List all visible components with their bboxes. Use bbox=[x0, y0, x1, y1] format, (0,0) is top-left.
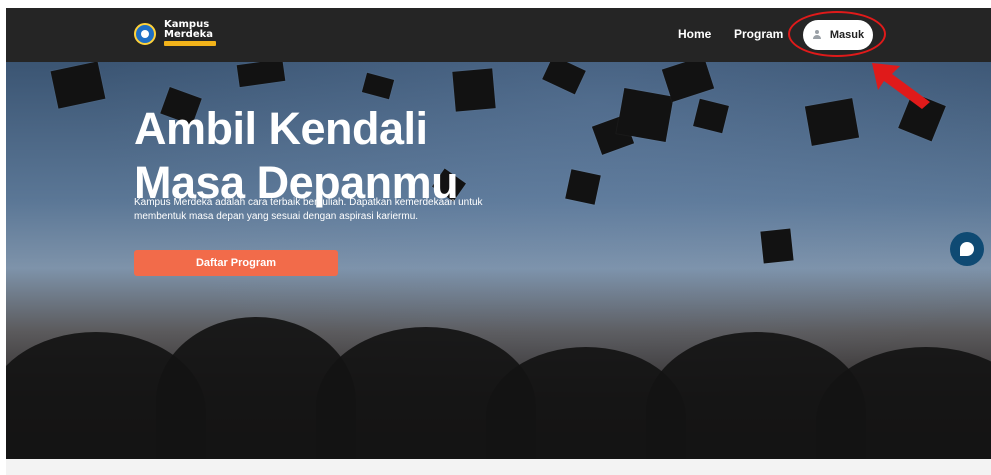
hero-subtitle: Kampus Merdeka adalah cara terbaik berku… bbox=[134, 197, 483, 222]
nav-program-link[interactable]: Program bbox=[734, 27, 783, 41]
page-frame: Kampus Merdeka Home Program Masuk Ambil … bbox=[6, 8, 991, 475]
graduation-cap-icon bbox=[361, 72, 395, 100]
hero-banner: Ambil Kendali Masa Depanmu Kampus Merdek… bbox=[6, 62, 991, 459]
graduation-cap-icon bbox=[236, 62, 286, 88]
nav-home-link[interactable]: Home bbox=[678, 27, 711, 41]
graduation-cap-icon bbox=[760, 228, 794, 264]
login-button-label: Masuk bbox=[829, 29, 865, 41]
user-icon bbox=[812, 30, 822, 40]
logo-text: Kampus Merdeka bbox=[164, 20, 234, 40]
chat-widget-button[interactable] bbox=[950, 232, 984, 266]
graduation-cap-icon bbox=[542, 62, 586, 95]
top-navbar: Kampus Merdeka Home Program Masuk bbox=[6, 8, 991, 62]
login-button[interactable]: Masuk bbox=[803, 20, 873, 50]
logo-tagline-bar bbox=[164, 41, 216, 46]
logo-line-2: Merdeka bbox=[164, 29, 214, 40]
graduation-cap-icon bbox=[661, 62, 715, 102]
graduation-cap-icon bbox=[50, 62, 106, 109]
graduation-cap-icon bbox=[452, 68, 496, 112]
logo-emblem-icon bbox=[134, 23, 156, 45]
chat-icon bbox=[960, 242, 974, 256]
page-bottom-band bbox=[6, 459, 991, 475]
arrow-icon bbox=[872, 63, 930, 109]
graduation-cap-icon bbox=[804, 98, 860, 146]
graduation-cap-icon bbox=[616, 88, 674, 142]
graduation-cap-icon bbox=[565, 169, 601, 205]
hero-title: Ambil Kendali Masa Depanmu bbox=[134, 102, 459, 210]
graduation-cap-icon bbox=[693, 98, 729, 134]
hero-title-line-1: Ambil Kendali bbox=[134, 103, 428, 154]
daftar-program-button[interactable]: Daftar Program bbox=[134, 250, 338, 276]
